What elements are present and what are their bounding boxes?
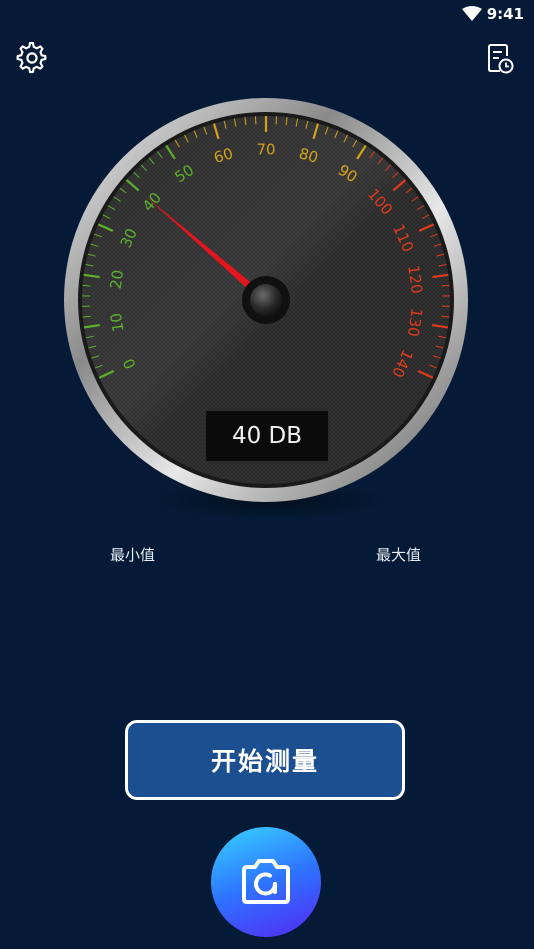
gauge-hub [250, 284, 282, 316]
camera-button[interactable] [211, 827, 321, 937]
settings-button[interactable] [16, 41, 48, 74]
tick-label: 70 [256, 141, 275, 159]
camera-icon [242, 859, 290, 904]
decibel-readout: 40 DB [205, 410, 329, 462]
start-measure-button[interactable]: 开始测量 [125, 720, 405, 800]
minor-tick [441, 284, 450, 287]
tick-label: 10 [107, 312, 128, 334]
status-bar: 9:41 [0, 0, 534, 30]
status-time: 9:41 [486, 5, 524, 23]
wifi-icon [462, 6, 482, 21]
tick-label: 20 [107, 269, 127, 290]
max-value-label: 最大值 [376, 546, 422, 564]
history-button[interactable] [486, 42, 516, 76]
gear-icon [16, 41, 47, 74]
minor-tick [82, 284, 91, 287]
history-document-icon [488, 44, 514, 74]
min-value-label: 最小值 [110, 546, 156, 564]
